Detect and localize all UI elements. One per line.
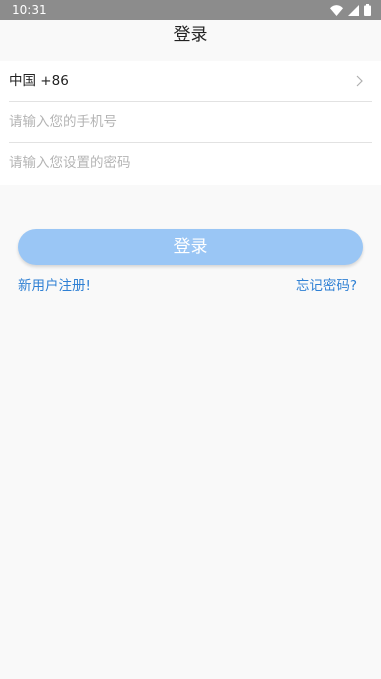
page-title: 登录 (173, 25, 208, 45)
login-form: 中国 +86 (0, 61, 381, 185)
status-icons (330, 4, 371, 16)
register-link[interactable]: 新用户注册! (18, 276, 91, 296)
status-bar: 10:31 (0, 0, 381, 20)
header: 登录 (0, 20, 381, 61)
password-field-row (9, 143, 372, 184)
country-code-label: 中国 +86 (9, 73, 69, 89)
country-code-selector[interactable]: 中国 +86 (9, 61, 372, 102)
phone-input[interactable] (9, 102, 372, 142)
phone-field-row (9, 102, 372, 143)
wifi-icon (330, 4, 343, 16)
status-time: 10:31 (12, 3, 47, 17)
battery-icon (364, 4, 371, 16)
signal-icon (348, 4, 359, 16)
chevron-right-icon (356, 75, 363, 87)
login-button[interactable]: 登录 (18, 229, 363, 265)
password-input[interactable] (9, 143, 372, 183)
forgot-password-link[interactable]: 忘记密码? (296, 276, 357, 296)
